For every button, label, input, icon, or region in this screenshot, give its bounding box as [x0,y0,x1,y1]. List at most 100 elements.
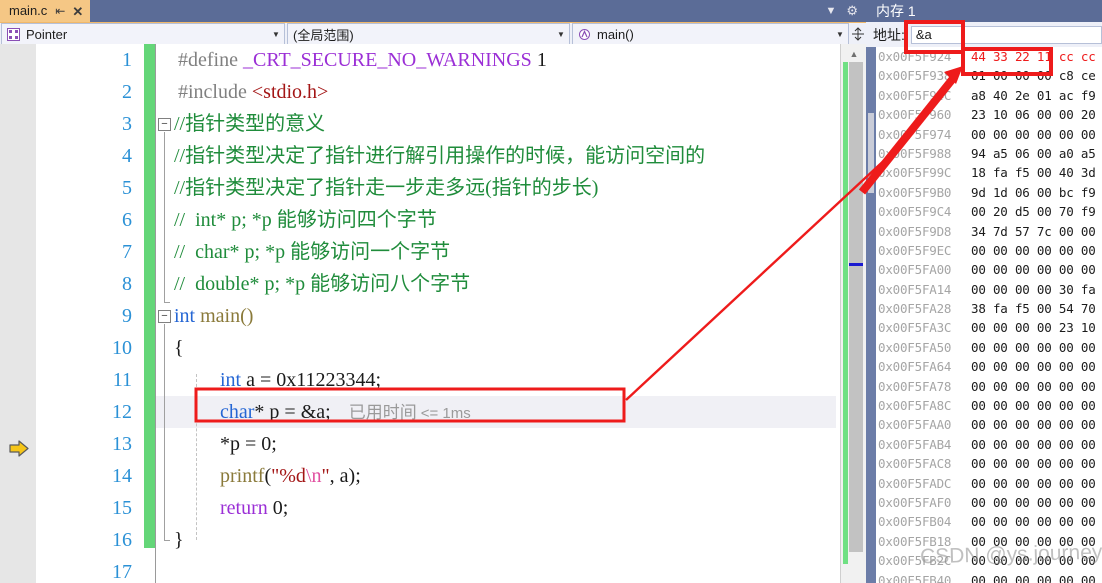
code-editor-area[interactable]: 1 2 3 4 5 6 7 8 9 10 11 12 13 14 15 16 1… [0,44,866,583]
code-token: //指针类型决定了指针走一步走多远(指针的步长) [174,177,599,199]
memory-row-bytes: 00 00 00 00 23 10 06 [971,320,1096,336]
memory-row-address: 0x00F5FB40 [878,572,952,583]
method-icon [576,26,592,42]
chevron-down-icon[interactable]: ▼ [825,5,836,17]
project-icon [5,26,21,42]
memory-row-bytes: 00 00 00 00 00 00 00 [971,456,1096,472]
code-token: *p = 0; [220,433,277,455]
memory-row[interactable]: 0x00F5F9B0 9d 1d 06 00 bc f9 f5 [876,183,1102,202]
memory-row[interactable]: 0x00F5FB40 00 00 00 00 00 00 00 [876,571,1102,583]
memory-row[interactable]: 0x00F5F9EC 00 00 00 00 00 00 00 [876,241,1102,260]
line-number: 5 [122,177,132,199]
chevron-down-icon[interactable]: ▼ [553,30,569,39]
memory-row-bytes: 23 10 06 00 00 20 d5 [971,107,1096,123]
memory-row[interactable]: 0x00F5FA00 00 00 00 00 00 00 00 [876,260,1102,279]
code-line: // int* p; *p 能够访问四个字节 [156,204,836,236]
memory-scrollbar[interactable] [866,47,876,583]
memory-row-address: 0x00F5F9B0 [878,184,952,200]
memory-row-address: 0x00F5FA3C [878,320,952,336]
watermark: CSDN @ys.journey [919,540,1102,569]
code-token: _CRT_SECURE_NO_WARNINGS [237,49,532,71]
memory-row[interactable]: 0x00F5FA78 00 00 00 00 00 00 00 [876,377,1102,396]
close-icon[interactable]: ✕ [72,5,83,18]
line-number: 10 [112,337,132,359]
memory-row-address: 0x00F5FB04 [878,514,952,530]
scrollbar-thumb[interactable] [849,62,863,552]
line-number: 3 [122,113,132,135]
memory-row-address: 0x00F5F960 [878,107,952,123]
line-number: 7 [122,241,132,263]
memory-row[interactable]: 0x00F5FA14 00 00 00 00 30 fa f5 [876,280,1102,299]
memory-row[interactable]: 0x00F5FA28 38 fa f5 00 54 70 cc [876,299,1102,318]
execution-pointer-arrow-icon [9,440,29,457]
memory-address-label: 地址: [873,26,905,43]
code-token: a = 0x11223344; [241,369,382,391]
chevron-down-icon[interactable]: ▼ [268,30,284,39]
code-token: // int* p; *p 能够访问四个字节 [174,209,437,231]
tab-strip-actions: ▼ ⚙ [825,0,866,22]
gear-icon[interactable]: ⚙ [846,3,858,19]
memory-row[interactable]: 0x00F5F960 23 10 06 00 00 20 d5 [876,105,1102,124]
memory-row-bytes: 00 00 00 00 00 00 00 [971,359,1096,375]
line-number: 16 [112,529,132,551]
code-line: // char* p; *p 能够访问一个字节 [156,236,836,268]
memory-row-bytes: 00 00 00 00 00 00 00 [971,339,1096,355]
memory-row-address: 0x00F5F988 [878,145,952,161]
code-token: main() [195,305,254,327]
code-line: printf("%d\n", a); [156,460,836,492]
editor-pane: main.c ⇤ ✕ ▼ ⚙ Pointer ▼ (全局范围) ▼ main()… [0,0,866,583]
memory-row[interactable]: 0x00F5F924 44 33 22 11 cc cc cc [876,47,1102,66]
scroll-up-arrow-icon[interactable]: ▲ [845,46,863,62]
memory-scrollbar-thumb[interactable] [868,113,874,193]
memory-row-address: 0x00F5F924 [878,49,952,64]
memory-row[interactable]: 0x00F5F99C 18 fa f5 00 40 3d 06 [876,163,1102,182]
editor-vertical-scrollbar[interactable]: ▲ [840,44,866,583]
memory-row[interactable]: 0x00F5F9C4 00 20 d5 00 70 f9 b4 [876,202,1102,221]
memory-row[interactable]: 0x00F5FA8C 00 00 00 00 00 00 00 [876,396,1102,415]
memory-row[interactable]: 0x00F5F974 00 00 00 00 00 00 00 [876,125,1102,144]
code-token: , a); [329,465,361,487]
scope-selector-label: (全局范围) [293,27,354,43]
memory-row-bytes: 9d 1d 06 00 bc f9 f5 [971,184,1096,200]
memory-row[interactable]: 0x00F5F988 94 a5 06 00 a0 a5 06 [876,144,1102,163]
line-number: 12 [112,401,132,423]
code-line: *p = 0; [156,428,836,460]
project-selector-combo[interactable]: Pointer ▼ [1,23,285,45]
memory-row[interactable]: 0x00F5FADC 00 00 00 00 00 00 00 [876,474,1102,493]
memory-row[interactable]: 0x00F5FA3C 00 00 00 00 23 10 06 [876,318,1102,337]
chevron-down-icon[interactable]: ▼ [832,30,848,39]
memory-byte-grid[interactable]: 0x00F5F924 44 33 22 11 cc cc cc 0x00F5F938… [876,47,1102,583]
memory-row[interactable]: 0x00F5FA64 00 00 00 00 00 00 00 [876,357,1102,376]
scrollbar-caret-marker [849,263,863,266]
memory-row[interactable]: 0x00F5FAC8 00 00 00 00 00 00 00 [876,454,1102,473]
memory-row[interactable]: 0x00F5FAA0 00 00 00 00 00 00 00 [876,415,1102,434]
scope-selector-combo[interactable]: (全局范围) ▼ [287,23,570,45]
memory-row[interactable]: 0x00F5FAB4 00 00 00 00 00 00 00 [876,435,1102,454]
memory-row[interactable]: 0x00F5FB04 00 00 00 00 00 00 00 [876,512,1102,531]
memory-row[interactable]: 0x00F5F94C a8 40 2e 01 ac f9 f5 [876,86,1102,105]
code-text[interactable]: − − #define _CRT_SECURE_NO_WARNINGS 1 #i… [156,44,836,583]
line-number: 1 [122,49,132,71]
memory-window: 内存 1 地址: &a 0x00F5F924 44 33 22 11 cc cc … [866,0,1102,583]
split-view-icon[interactable] [850,23,866,45]
memory-row-address: 0x00F5FAA0 [878,417,952,433]
memory-row-address: 0x00F5F99C [878,165,952,181]
pin-icon[interactable]: ⇤ [55,5,65,17]
code-line: int main() [156,300,836,332]
memory-row[interactable]: 0x00F5FAF0 00 00 00 00 00 00 00 [876,493,1102,512]
function-selector-combo[interactable]: main() ▼ [572,23,849,45]
memory-row-bytes: 94 a5 06 00 a0 a5 06 [971,145,1096,161]
memory-row-bytes: 00 00 00 00 00 00 00 [971,572,1096,583]
line-number: 11 [112,369,132,391]
memory-address-input[interactable]: &a [910,25,1102,44]
memory-row-address: 0x00F5F9EC [878,242,952,258]
tab-main-c[interactable]: main.c ⇤ ✕ [0,0,91,22]
navigation-bar: Pointer ▼ (全局范围) ▼ main() ▼ [0,22,866,45]
memory-row[interactable]: 0x00F5FA50 00 00 00 00 00 00 00 [876,338,1102,357]
breakpoint-gutter[interactable] [0,44,36,583]
memory-row[interactable]: 0x00F5F938 01 00 00 00 c8 ce 2c [876,66,1102,85]
tab-label: main.c [9,3,48,18]
memory-row[interactable]: 0x00F5F9D8 34 7d 57 7c 00 00 00 [876,222,1102,241]
code-token: #include [178,81,247,103]
scrollbar-change-track [843,62,848,564]
